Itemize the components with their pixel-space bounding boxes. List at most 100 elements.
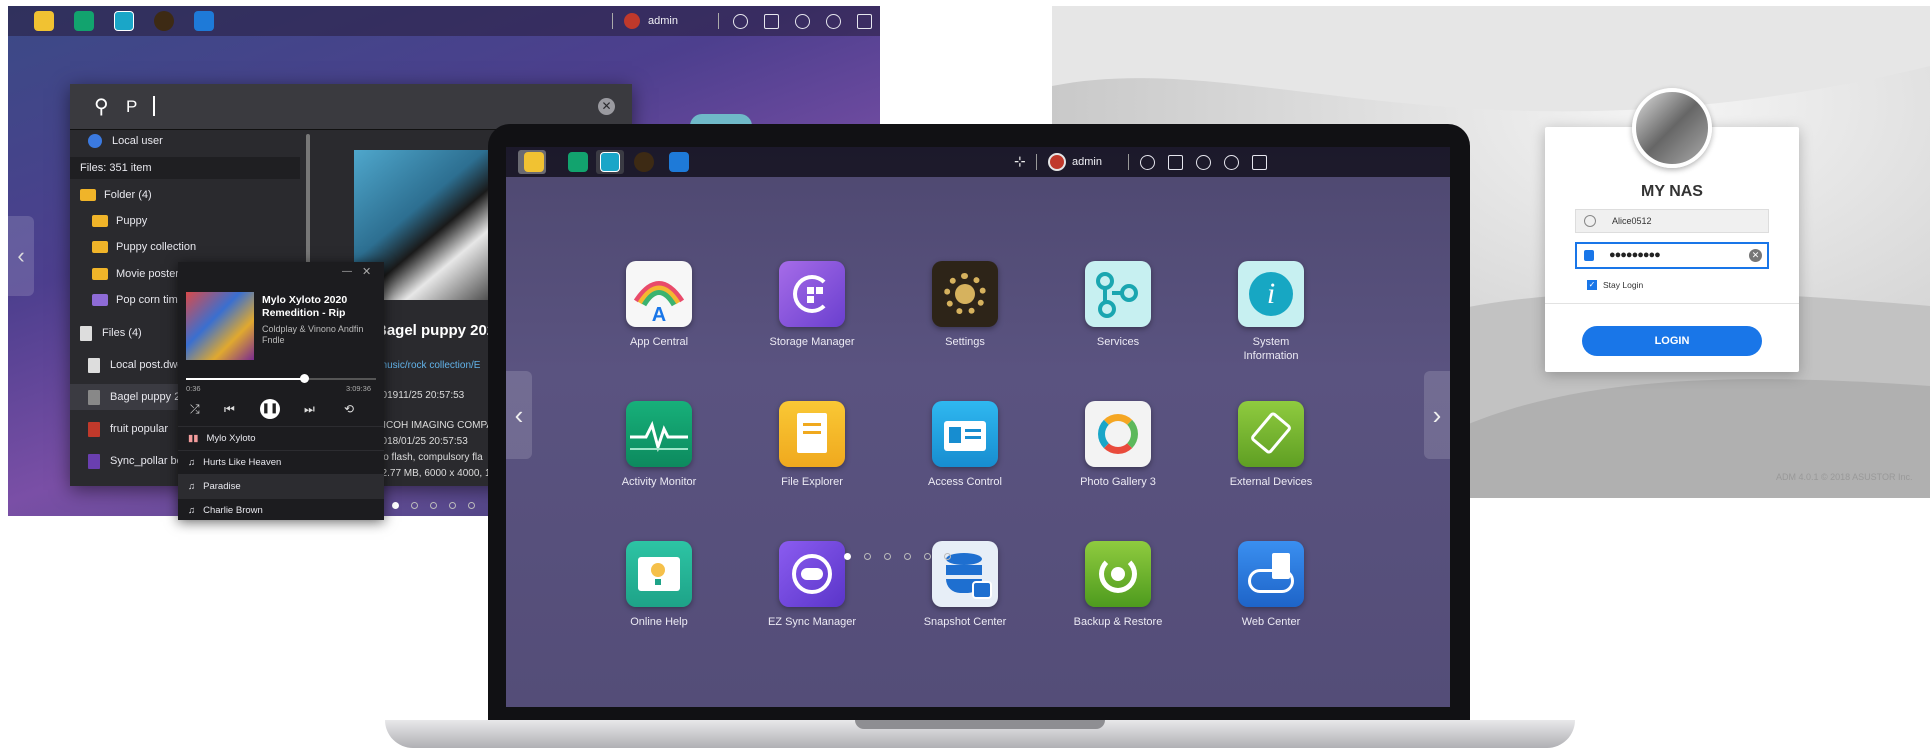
close-icon[interactable]: ✕: [362, 265, 371, 278]
ez-sync-taskbar-icon[interactable]: [669, 152, 689, 172]
backup-restore-tile[interactable]: Backup & Restore: [1053, 541, 1183, 671]
page-dot[interactable]: [864, 553, 871, 560]
activity-monitor-taskbar-icon[interactable]: [568, 152, 588, 172]
page-dot[interactable]: [924, 553, 931, 560]
password-field[interactable]: ●●●●●●●●● ✕: [1575, 242, 1769, 269]
preview-title: Bagel puppy 2020: [376, 322, 504, 339]
preview-size: 12.77 MB, 6000 x 4000, 1: [376, 468, 491, 479]
album-art: [186, 292, 254, 360]
avatar[interactable]: [1048, 153, 1066, 171]
list-item[interactable]: Puppy collection: [70, 234, 300, 260]
ez-sync-icon: [779, 541, 845, 607]
clear-password-icon[interactable]: ✕: [1749, 249, 1762, 262]
app-label: External Devices: [1229, 476, 1313, 488]
next-page-arrow[interactable]: ›: [1424, 371, 1450, 459]
account-icon[interactable]: [826, 14, 841, 29]
local-user-row[interactable]: Local user: [70, 128, 300, 154]
page-dot[interactable]: [944, 553, 951, 560]
system-info-taskbar-icon[interactable]: [114, 11, 134, 31]
previous-page-arrow[interactable]: ‹: [506, 371, 532, 459]
ez-sync-taskbar-icon[interactable]: [194, 11, 214, 31]
shuffle-icon[interactable]: ⤮: [190, 402, 200, 417]
storage-manager-tile[interactable]: Storage Manager: [747, 261, 877, 391]
playlist-item[interactable]: ♫ Paradise: [178, 474, 384, 498]
preview-path[interactable]: /music/rock collection/E: [376, 360, 480, 371]
system-information-tile[interactable]: i System Information: [1206, 261, 1336, 391]
repeat-icon[interactable]: ⟲: [344, 402, 354, 416]
stay-login-checkbox[interactable]: ✓: [1587, 280, 1597, 290]
playlist-item[interactable]: ♫ Hurts Like Heaven: [178, 450, 384, 474]
app-central-icon: A: [626, 261, 692, 327]
settings-taskbar-icon[interactable]: [634, 152, 654, 172]
dashboard-icon[interactable]: [857, 14, 872, 29]
previous-track-icon[interactable]: ⏮: [224, 402, 235, 417]
search-icon[interactable]: [1196, 155, 1211, 170]
page-dot[interactable]: [430, 502, 437, 509]
access-control-tile[interactable]: Access Control: [900, 401, 1030, 531]
clear-search-icon[interactable]: ✕: [598, 98, 615, 115]
activity-monitor-tile[interactable]: Activity Monitor: [594, 401, 724, 531]
page-dot[interactable]: [411, 502, 418, 509]
playlist-item[interactable]: ♫ Charlie Brown: [178, 498, 384, 522]
pause-button[interactable]: ❚❚: [260, 399, 280, 419]
search-icon[interactable]: [795, 14, 810, 29]
activity-monitor-taskbar-icon[interactable]: [74, 11, 94, 31]
previous-page-arrow[interactable]: ‹: [8, 216, 34, 296]
page-dot[interactable]: [392, 502, 399, 509]
page-dot[interactable]: [468, 502, 475, 509]
playlist-item-playing[interactable]: ▮▮ Mylo Xyloto: [178, 426, 384, 450]
progress-handle[interactable]: [300, 374, 309, 383]
message-icon[interactable]: [764, 14, 779, 29]
page-dot[interactable]: [884, 553, 891, 560]
dashboard-icon[interactable]: [1252, 155, 1267, 170]
preview-date-taken: 2018/01/25 20:57:53: [376, 436, 468, 447]
image-icon: [88, 389, 100, 405]
web-center-icon: [1238, 541, 1304, 607]
external-devices-tile[interactable]: External Devices: [1206, 401, 1336, 531]
list-item[interactable]: Puppy: [70, 208, 300, 234]
local-user-label: Local user: [112, 135, 163, 147]
user-name[interactable]: admin: [648, 15, 678, 27]
account-icon[interactable]: [1224, 155, 1239, 170]
page-dot[interactable]: [449, 502, 456, 509]
file-explorer-taskbar-icon[interactable]: [34, 11, 54, 31]
image-icon: [88, 421, 100, 437]
file-explorer-tile[interactable]: File Explorer: [747, 401, 877, 531]
file-explorer-taskbar-icon[interactable]: [524, 152, 544, 172]
progress-fill: [186, 378, 304, 380]
system-info-taskbar-icon[interactable]: [600, 152, 620, 172]
online-help-tile[interactable]: Online Help: [594, 541, 724, 671]
notification-icon[interactable]: [733, 14, 748, 29]
login-button[interactable]: LOGIN: [1582, 326, 1762, 356]
message-icon[interactable]: [1168, 155, 1183, 170]
app-label: Storage Manager: [769, 336, 855, 348]
taskbar-divider: [718, 13, 719, 29]
snapshot-center-tile[interactable]: Snapshot Center: [900, 541, 1030, 671]
search-input[interactable]: P: [126, 97, 137, 117]
notification-icon[interactable]: [1140, 155, 1155, 170]
network-icon[interactable]: ⊹: [1014, 153, 1026, 170]
web-center-tile[interactable]: Web Center: [1206, 541, 1336, 671]
text-cursor: [153, 96, 155, 116]
username-field[interactable]: Alice0512: [1575, 209, 1769, 233]
settings-tile[interactable]: Settings: [900, 261, 1030, 391]
file-icon: [80, 325, 92, 341]
settings-taskbar-icon[interactable]: [154, 11, 174, 31]
page-dot[interactable]: [904, 553, 911, 560]
photo-gallery-tile[interactable]: Photo Gallery 3: [1053, 401, 1183, 531]
minimize-icon[interactable]: —: [342, 266, 352, 277]
app-label: Backup & Restore: [1073, 616, 1163, 628]
services-tile[interactable]: Services: [1053, 261, 1183, 391]
files-count: Files: 351 item: [70, 157, 300, 179]
next-track-icon[interactable]: ⏭: [304, 402, 315, 417]
ez-sync-manager-tile[interactable]: EZ Sync Manager: [747, 541, 877, 671]
track-title: Mylo Xyloto 2020 Remedition - Rip: [262, 294, 348, 319]
app-central-tile[interactable]: A App Central: [594, 261, 724, 391]
time-total: 3:09:36: [346, 384, 372, 393]
app-label: Access Control: [928, 476, 1002, 488]
app-label: Settings: [945, 336, 985, 348]
avatar[interactable]: [624, 13, 640, 29]
page-dot[interactable]: [844, 553, 851, 560]
user-icon: [88, 134, 102, 148]
user-name[interactable]: admin: [1072, 156, 1102, 168]
